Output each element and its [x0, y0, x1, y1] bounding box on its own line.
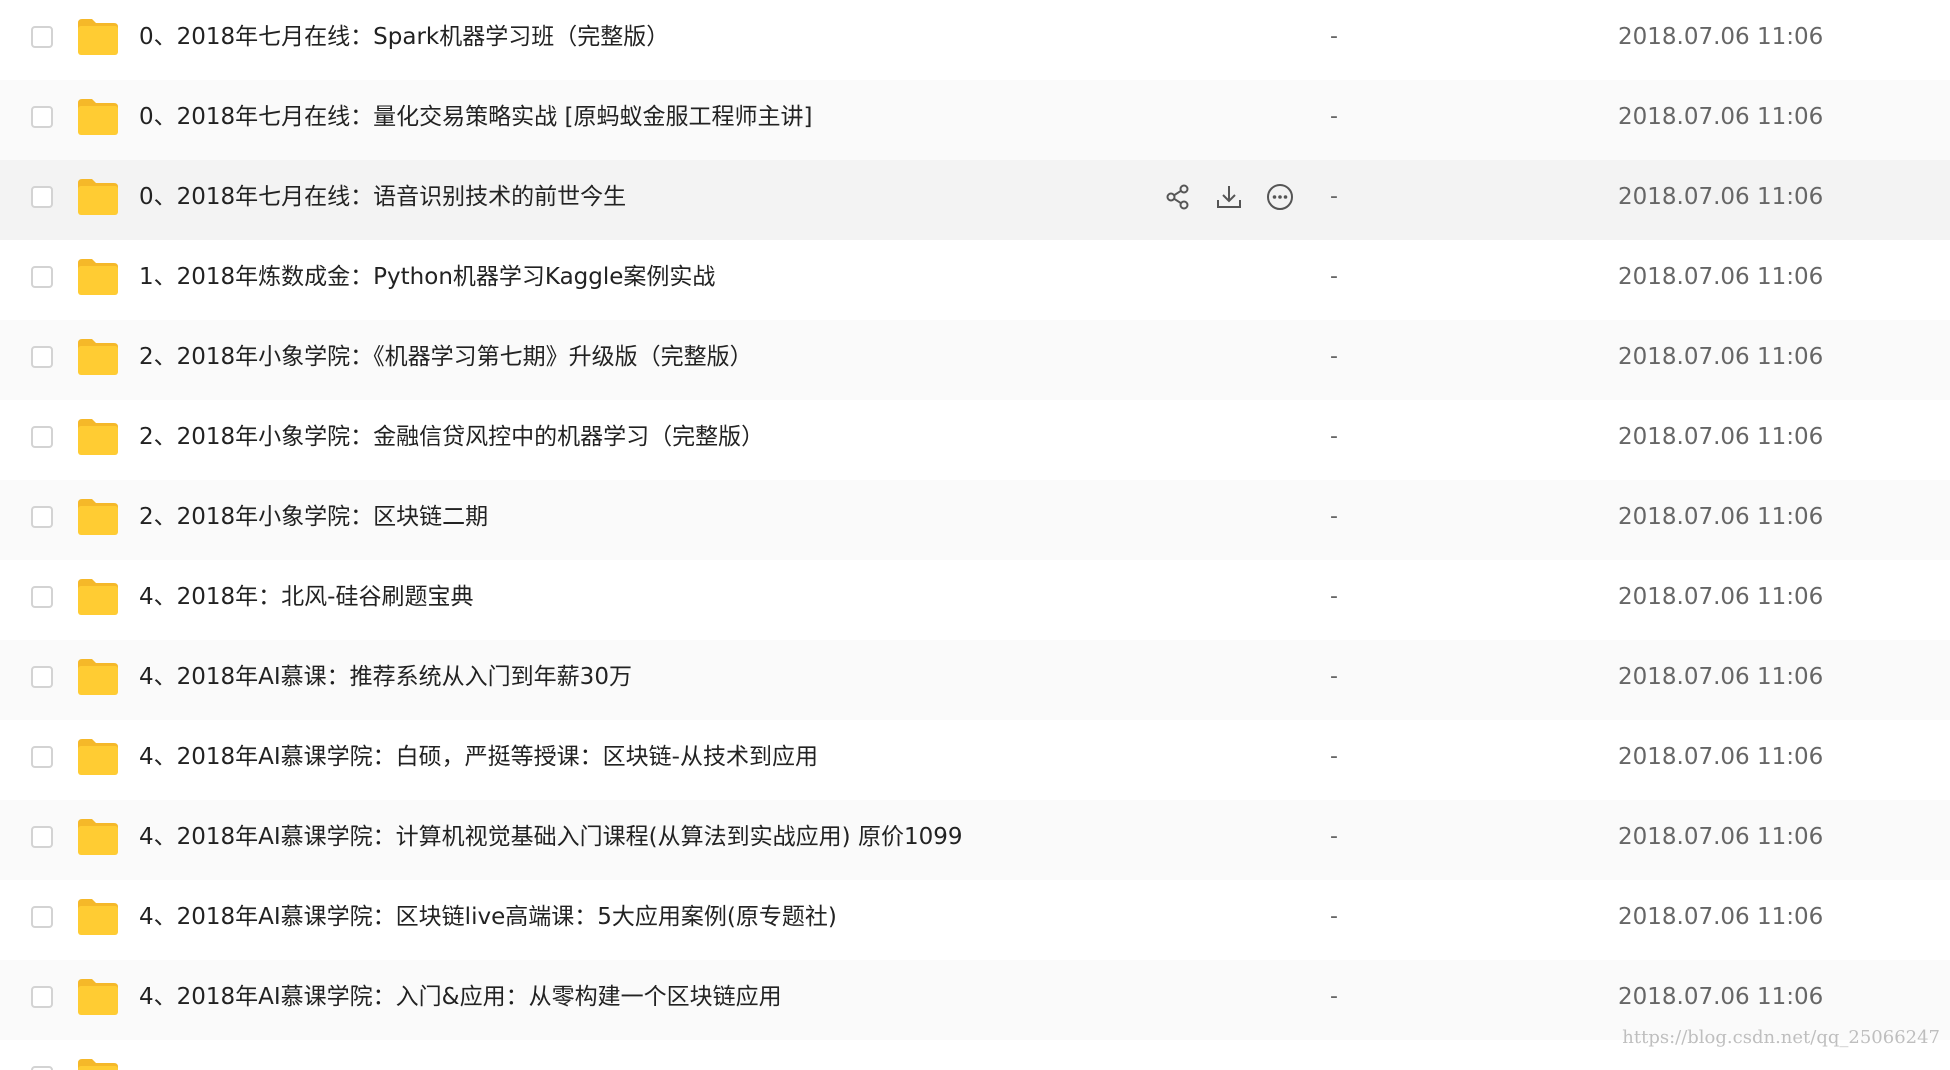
- table-row[interactable]: 4、2018年AI慕课：推荐系统从入门到年薪30万 - 2018.07.06 1…: [0, 640, 1950, 720]
- modified-date: 2018.07.06 11:06: [1618, 824, 1824, 850]
- download-icon: [1217, 186, 1241, 208]
- modified-date: 2018.07.06 11:06: [1618, 184, 1824, 210]
- folder-icon: [78, 739, 118, 775]
- file-size: -: [1330, 504, 1338, 529]
- table-row[interactable]: 4、2018年AI慕课学院：区块链live高端课：5大应用案例(原专题社) - …: [0, 880, 1950, 960]
- file-name[interactable]: 2、2018年小象学院：《机器学习第七期》升级版（完整版）: [139, 320, 753, 394]
- modified-date: 2018.07.06 11:06: [1618, 584, 1824, 610]
- row-checkbox[interactable]: [31, 186, 53, 208]
- folder-icon: [78, 899, 118, 935]
- table-row-hovered[interactable]: 0、2018年七月在线：语音识别技术的前世今生 - 2018.07.06 11:…: [0, 160, 1950, 240]
- table-row[interactable]: 2、2018年小象学院：区块链二期 - 2018.07.06 11:06: [0, 480, 1950, 560]
- table-row[interactable]: 1、2018年炼数成金：Python机器学习Kaggle案例实战 - 2018.…: [0, 240, 1950, 320]
- modified-date: 2018.07.06 11:06: [1618, 744, 1824, 770]
- table-row[interactable]: 0、2018年七月在线：Spark机器学习班（完整版） - 2018.07.06…: [0, 0, 1950, 80]
- table-row[interactable]: 2、2018年小象学院：《机器学习第七期》升级版（完整版） - 2018.07.…: [0, 320, 1950, 400]
- file-size: -: [1330, 664, 1338, 689]
- row-checkbox[interactable]: [31, 906, 53, 928]
- folder-icon: [78, 499, 118, 535]
- modified-date: 2018.07.06 11:06: [1618, 344, 1824, 370]
- folder-icon: [78, 819, 118, 855]
- modified-date: 2018.07.06 11:06: [1618, 104, 1824, 130]
- file-size: -: [1330, 424, 1338, 449]
- file-name[interactable]: 4、2018年AI慕课学院：入门&应用：从零构建一个区块链应用: [139, 960, 782, 1034]
- row-checkbox[interactable]: [31, 826, 53, 848]
- row-checkbox[interactable]: [31, 426, 53, 448]
- file-name[interactable]: 0、2018年七月在线：语音识别技术的前世今生: [139, 160, 626, 234]
- file-name[interactable]: 0、2018年七月在线：量化交易策略实战 [原蚂蚁金服工程师主讲]: [139, 80, 812, 154]
- more-icon: [1267, 184, 1293, 210]
- download-button[interactable]: [1211, 179, 1247, 215]
- modified-date: 2018.07.06 11:06: [1618, 264, 1824, 290]
- file-name[interactable]: 4、2018年：北风-硅谷刷题宝典: [139, 560, 473, 634]
- row-checkbox[interactable]: [31, 266, 53, 288]
- file-name[interactable]: 1、2018年炼数成金：Python机器学习Kaggle案例实战: [139, 240, 715, 314]
- row-checkbox[interactable]: [31, 1066, 53, 1070]
- row-checkbox[interactable]: [31, 506, 53, 528]
- file-name[interactable]: 4、2018年AI慕课学院：计算机视觉基础入门课程(从算法到实战应用) 原价10…: [139, 800, 962, 874]
- row-actions: [1160, 179, 1298, 215]
- row-checkbox[interactable]: [31, 746, 53, 768]
- folder-icon: [78, 979, 118, 1015]
- row-checkbox[interactable]: [31, 26, 53, 48]
- file-size: -: [1330, 184, 1338, 209]
- file-name[interactable]: 4、2018年AI慕课学院：区块链live高端课：5大应用案例(原专题社): [139, 880, 837, 954]
- file-name[interactable]: 4、2018年AI慕课：推荐系统从入门到年薪30万: [139, 640, 632, 714]
- share-icon: [1166, 184, 1189, 210]
- folder-icon: [78, 179, 118, 215]
- row-checkbox[interactable]: [31, 346, 53, 368]
- table-row[interactable]: 0、2018年七月在线：量化交易策略实战 [原蚂蚁金服工程师主讲] - 2018…: [0, 80, 1950, 160]
- modified-date: 2018.07.06 11:06: [1618, 984, 1824, 1010]
- table-row[interactable]: 4、2018年：北风-硅谷刷题宝典 - 2018.07.06 11:06: [0, 560, 1950, 640]
- modified-date: 2018.07.06 11:06: [1618, 504, 1824, 530]
- folder-icon: [78, 19, 118, 55]
- file-size: -: [1330, 104, 1338, 129]
- file-size: -: [1330, 744, 1338, 769]
- share-button[interactable]: [1160, 179, 1196, 215]
- folder-icon: [78, 1059, 118, 1070]
- file-size: -: [1330, 824, 1338, 849]
- file-size: -: [1330, 984, 1338, 1009]
- file-size: -: [1330, 344, 1338, 369]
- file-name[interactable]: 0、2018年七月在线：Spark机器学习班（完整版）: [139, 0, 669, 74]
- folder-icon: [78, 659, 118, 695]
- watermark: https://blog.csdn.net/qq_25066247: [1622, 1027, 1940, 1048]
- table-row[interactable]: 4、2018年AI慕课学院：计算机视觉基础入门课程(从算法到实战应用) 原价10…: [0, 800, 1950, 880]
- file-name[interactable]: 4、2018年AI慕课学院：白硕，严挺等授课：区块链-从技术到应用: [139, 720, 818, 794]
- row-checkbox[interactable]: [31, 666, 53, 688]
- file-name[interactable]: 2、2018年小象学院：金融信贷风控中的机器学习（完整版）: [139, 400, 764, 474]
- file-size: -: [1330, 904, 1338, 929]
- folder-icon: [78, 99, 118, 135]
- file-size: -: [1330, 24, 1338, 49]
- row-checkbox[interactable]: [31, 986, 53, 1008]
- modified-date: 2018.07.06 11:06: [1618, 424, 1824, 450]
- row-checkbox[interactable]: [31, 586, 53, 608]
- table-row[interactable]: 4、2018年AI慕课学院：白硕，严挺等授课：区块链-从技术到应用 - 2018…: [0, 720, 1950, 800]
- file-list: 0、2018年七月在线：Spark机器学习班（完整版） - 2018.07.06…: [0, 0, 1950, 1070]
- modified-date: 2018.07.06 11:06: [1618, 904, 1824, 930]
- folder-icon: [78, 259, 118, 295]
- modified-date: 2018.07.06 11:06: [1618, 24, 1824, 50]
- folder-icon: [78, 419, 118, 455]
- file-name[interactable]: 2、2018年小象学院：区块链二期: [139, 480, 488, 554]
- folder-icon: [78, 339, 118, 375]
- file-size: -: [1330, 264, 1338, 289]
- modified-date: 2018.07.06 11:06: [1618, 664, 1824, 690]
- row-checkbox[interactable]: [31, 106, 53, 128]
- more-button[interactable]: [1262, 179, 1298, 215]
- folder-icon: [78, 579, 118, 615]
- table-row[interactable]: 2、2018年小象学院：金融信贷风控中的机器学习（完整版） - 2018.07.…: [0, 400, 1950, 480]
- file-size: -: [1330, 584, 1338, 609]
